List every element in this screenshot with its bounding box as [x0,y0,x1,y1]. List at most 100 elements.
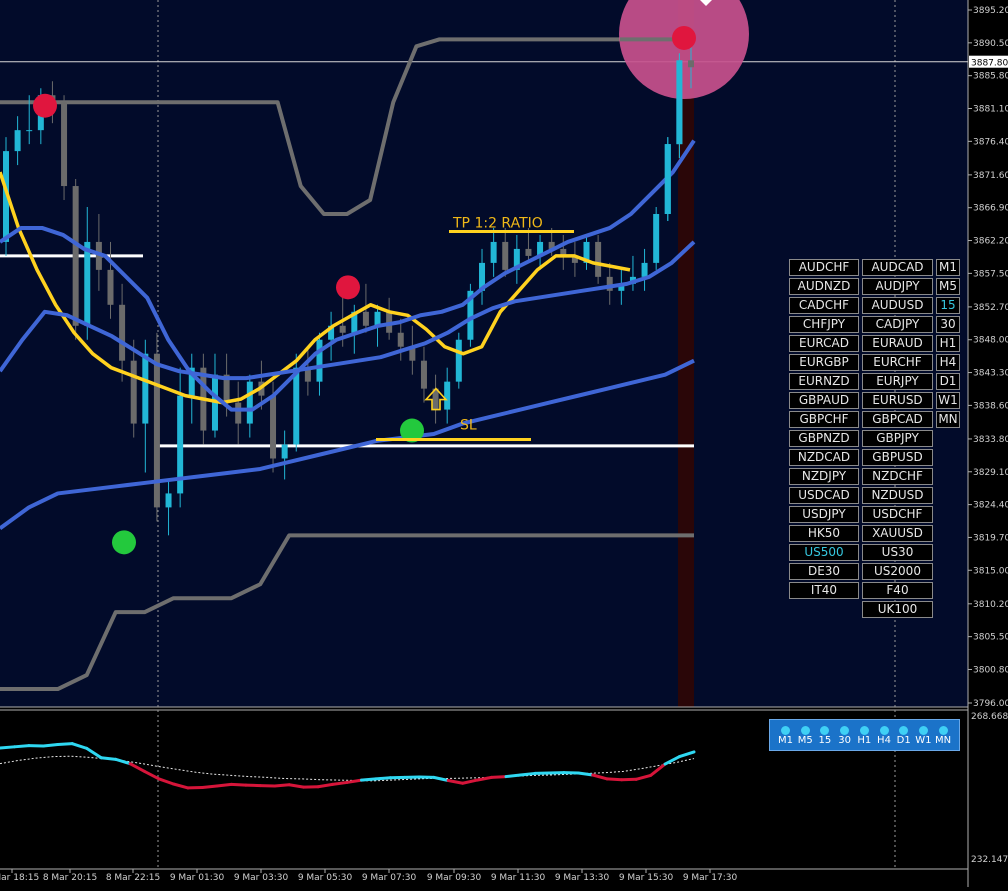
candle-body [421,361,427,389]
symbol-button-hk50[interactable]: HK50 [789,525,859,542]
symbol-button-usdjpy[interactable]: USDJPY [789,506,859,523]
symbol-button-us500[interactable]: US500 [789,544,859,561]
symbol-button-usdcad[interactable]: USDCAD [789,487,859,504]
symbol-button-eurchf[interactable]: EURCHF [862,354,933,371]
symbol-button-usdchf[interactable]: USDCHF [862,506,933,523]
timeframe-button-h1[interactable]: H1 [936,335,960,352]
y-tick-label: 3833.80 [973,435,1008,445]
symbol-button-eurnzd[interactable]: EURNZD [789,373,859,390]
candle-body [653,214,659,263]
indicator-main-segment [202,786,216,788]
x-tick-label: 9 Mar 03:30 [234,873,289,883]
x-tick-label: 9 Mar 07:30 [362,873,417,883]
symbol-button-nzdusd[interactable]: NZDUSD [862,487,933,504]
symbol-button-chfjpy[interactable]: CHFJPY [789,316,859,333]
candle-body [316,340,322,382]
candle-body [282,445,288,459]
candle [665,137,671,221]
symbol-button-gbpaud[interactable]: GBPAUD [789,392,859,409]
sl-annotation: SL [460,418,477,434]
symbol-button-audjpy[interactable]: AUDJPY [862,278,933,295]
symbol-button-eurusd[interactable]: EURUSD [862,392,933,409]
symbol-button-uk100[interactable]: UK100 [862,601,933,618]
indicator-y-tick-label: 268.6681 [971,712,1008,722]
indicator-main-segment [58,744,72,745]
candle-body [107,270,113,305]
symbol-button-audcad[interactable]: AUDCAD [862,259,933,276]
candle [595,235,601,284]
sell-signal-marker [336,275,360,299]
status-dot-icon [899,726,908,735]
candle-body [456,340,462,382]
indicator-tf-mn[interactable]: MN [934,720,953,750]
indicator-main-segment [492,777,506,778]
y-tick-label: 3852.70 [973,303,1008,313]
y-tick-label: 3848.00 [973,336,1008,346]
symbol-button-gbpjpy[interactable]: GBPJPY [862,430,933,447]
x-tick-label: 8 Mar 22:15 [106,873,160,883]
symbol-button-eurgbp[interactable]: EURGBP [789,354,859,371]
timeframe-button-h4[interactable]: H4 [936,354,960,371]
status-dot-icon [820,726,829,735]
status-dot-icon [840,726,849,735]
sell-signal-marker [33,94,57,118]
indicator-main-segment [333,782,347,784]
candle-body [61,102,67,186]
indicator-main-segment [0,747,14,748]
timeframe-button-mn[interactable]: MN [936,411,960,428]
candle-body [676,60,682,144]
y-tick-label: 3885.80 [973,72,1008,82]
y-tick-label: 3796.00 [973,699,1008,709]
symbol-button-audusd[interactable]: AUDUSD [862,297,933,314]
symbol-button-eurjpy[interactable]: EURJPY [862,373,933,390]
symbol-button-nzdcad[interactable]: NZDCAD [789,449,859,466]
symbol-button-eurcad[interactable]: EURCAD [789,335,859,352]
candle-body [293,368,299,445]
candle-body [154,354,160,508]
x-tick-label: 9 Mar 15:30 [619,873,674,883]
symbol-button-audchf[interactable]: AUDCHF [789,259,859,276]
sell-signal-marker [672,26,696,50]
status-dot-icon [801,726,810,735]
indicator-main-segment [361,779,375,780]
status-dot-icon [939,726,948,735]
timeframe-button-m1[interactable]: M1 [936,259,960,276]
candle [61,95,67,200]
symbol-button-f40[interactable]: F40 [862,582,933,599]
candle-body [15,130,21,151]
y-tick-label: 3815.00 [973,566,1008,576]
symbol-button-it40[interactable]: IT40 [789,582,859,599]
indicator-timeframe-panel: M1M51530H1H4D1W1MN [769,719,960,751]
buy-signal-marker [112,530,136,554]
symbol-button-nzdjpy[interactable]: NZDJPY [789,468,859,485]
symbol-button-gbpchf[interactable]: GBPCHF [789,411,859,428]
symbol-button-xauusd[interactable]: XAUUSD [862,525,933,542]
last-price-label: 3887.80 [971,59,1008,69]
symbol-button-gbpnzd[interactable]: GBPNZD [789,430,859,447]
symbol-button-de30[interactable]: DE30 [789,563,859,580]
x-tick-label: 9 Mar 13:30 [555,873,610,883]
candle-body [270,396,276,459]
symbol-button-audnzd[interactable]: AUDNZD [789,278,859,295]
symbol-button-cadchf[interactable]: CADCHF [789,297,859,314]
y-tick-label: 3838.60 [973,401,1008,411]
symbol-button-nzdchf[interactable]: NZDCHF [862,468,933,485]
symbol-button-us30[interactable]: US30 [862,544,933,561]
y-tick-label: 3810.20 [973,600,1008,610]
candle-body [363,312,369,326]
symbol-button-cadjpy[interactable]: CADJPY [862,316,933,333]
timeframe-button-15[interactable]: 15 [936,297,960,314]
indicator-main-segment [217,784,231,786]
timeframe-button-m5[interactable]: M5 [936,278,960,295]
candle-body [119,305,125,361]
indicator-y-tick-label: 232.1472 [971,855,1008,865]
timeframe-button-d1[interactable]: D1 [936,373,960,390]
symbol-button-gbpcad[interactable]: GBPCAD [862,411,933,428]
symbol-button-euraud[interactable]: EURAUD [862,335,933,352]
indicator-main-segment [43,744,57,746]
timeframe-button-w1[interactable]: W1 [936,392,960,409]
symbol-button-us2000[interactable]: US2000 [862,563,933,580]
timeframe-button-30[interactable]: 30 [936,316,960,333]
status-dot-icon [880,726,889,735]
symbol-button-gbpusd[interactable]: GBPUSD [862,449,933,466]
